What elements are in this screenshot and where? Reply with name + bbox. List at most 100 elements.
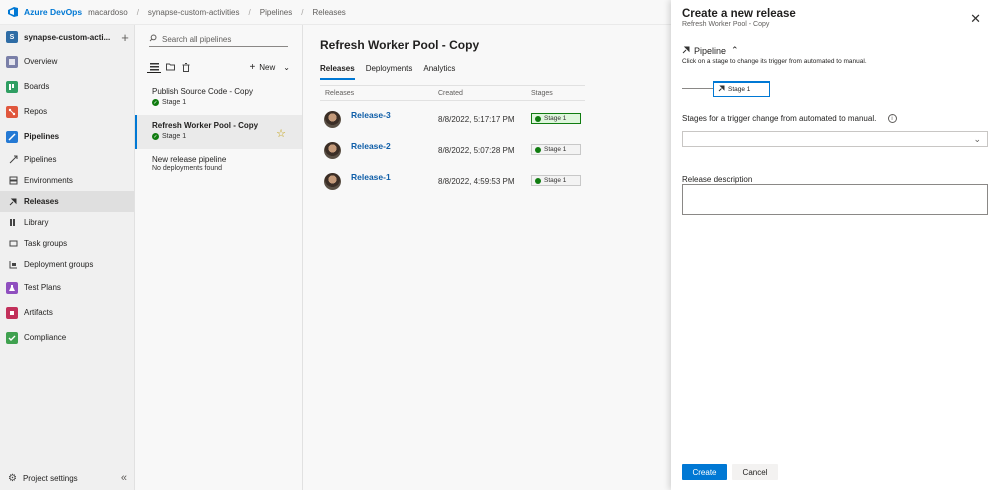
stage-connector bbox=[682, 88, 713, 89]
nav-deployment-groups[interactable]: Deployment groups bbox=[0, 254, 134, 275]
breadcrumb-project[interactable]: synapse-custom-activities bbox=[148, 8, 240, 17]
column-stages: Stages bbox=[531, 90, 553, 97]
environments-icon bbox=[8, 176, 18, 186]
pipeline-item-selected[interactable]: Refresh Worker Pool - Copy ✓ Stage 1 ☆ bbox=[135, 115, 302, 149]
pipelines-pane: Search all pipelines + New ⌄ Publish Sou… bbox=[135, 25, 303, 490]
breadcrumb-org[interactable]: macardoso bbox=[88, 8, 128, 17]
nav-deployment-groups-label: Deployment groups bbox=[24, 260, 94, 269]
manual-stages-label: Stages for a trigger change from automat… bbox=[682, 114, 897, 124]
tab-deployments[interactable]: Deployments bbox=[366, 64, 413, 80]
pipeline-item[interactable]: Publish Source Code - Copy ✓ Stage 1 bbox=[135, 81, 302, 115]
breadcrumb-separator: / bbox=[301, 7, 304, 17]
azure-devops-logo-icon[interactable] bbox=[6, 6, 19, 19]
breadcrumb-releases[interactable]: Releases bbox=[312, 8, 345, 17]
nav-test-plans-label: Test Plans bbox=[24, 283, 61, 292]
nav-repos-label: Repos bbox=[24, 107, 48, 116]
success-icon: ✓ bbox=[152, 99, 159, 106]
deployment-groups-icon bbox=[8, 260, 18, 270]
nav-sub-pipelines[interactable]: Pipelines bbox=[0, 149, 134, 170]
release-link[interactable]: Release-2 bbox=[351, 141, 391, 151]
project-header[interactable]: S synapse-custom-acti... + bbox=[0, 25, 134, 49]
release-link[interactable]: Release-3 bbox=[351, 110, 391, 120]
stage-node[interactable]: Stage 1 bbox=[713, 81, 770, 97]
releases-icon bbox=[8, 197, 18, 207]
release-created: 8/8/2022, 4:59:53 PM bbox=[438, 177, 515, 186]
search-pipelines[interactable]: Search all pipelines bbox=[149, 32, 288, 47]
avatar bbox=[324, 173, 341, 190]
task-groups-icon bbox=[8, 239, 18, 249]
table-row[interactable]: Release-2 8/8/2022, 5:07:28 PM Stage 1 bbox=[320, 135, 585, 166]
pipeline-stage: ✓ Stage 1 bbox=[152, 99, 302, 106]
stage-badge[interactable]: Stage 1 bbox=[531, 175, 581, 186]
nav-artifacts-label: Artifacts bbox=[24, 308, 53, 317]
column-releases: Releases bbox=[325, 90, 355, 97]
pipeline-stage-label: Stage 1 bbox=[162, 99, 187, 106]
project-settings[interactable]: ⚙ Project settings « bbox=[0, 466, 135, 490]
breadcrumb-separator: / bbox=[136, 7, 139, 17]
info-icon[interactable]: i bbox=[887, 114, 897, 124]
nav-task-groups[interactable]: Task groups bbox=[0, 233, 134, 254]
nav-boards-label: Boards bbox=[24, 82, 50, 91]
nav-environments-label: Environments bbox=[24, 176, 73, 185]
search-icon bbox=[149, 34, 157, 44]
stage-badge[interactable]: Stage 1 bbox=[531, 113, 581, 124]
nav-compliance[interactable]: Compliance bbox=[0, 325, 134, 350]
gear-icon: ⚙ bbox=[8, 472, 17, 484]
release-created: 8/8/2022, 5:17:17 PM bbox=[438, 115, 515, 124]
release-description-input[interactable] bbox=[682, 184, 988, 215]
stage-badge-label: Stage 1 bbox=[544, 177, 567, 184]
pipeline-item[interactable]: New release pipeline No deployments foun… bbox=[135, 149, 302, 183]
nav-boards[interactable]: Boards bbox=[0, 74, 134, 99]
favorite-star-icon[interactable]: ☆ bbox=[276, 127, 286, 140]
cancel-button[interactable]: Cancel bbox=[732, 464, 778, 480]
new-pipeline-button[interactable]: + New ⌄ bbox=[249, 62, 290, 73]
nav-overview-label: Overview bbox=[24, 57, 58, 66]
panel-subtitle: Refresh Worker Pool - Copy bbox=[682, 21, 770, 28]
add-icon[interactable]: + bbox=[116, 30, 134, 45]
org-link[interactable]: Azure DevOps bbox=[24, 7, 82, 17]
nav-library-label: Library bbox=[24, 218, 49, 227]
project-name[interactable]: synapse-custom-acti... bbox=[24, 33, 116, 42]
success-icon bbox=[535, 115, 541, 122]
search-input[interactable]: Search all pipelines bbox=[162, 35, 231, 44]
pipeline-section-toggle[interactable]: Pipeline ⌃ bbox=[682, 45, 739, 56]
nav-pipelines-label: Pipelines bbox=[24, 132, 60, 141]
nav-environments[interactable]: Environments bbox=[0, 170, 134, 191]
close-icon[interactable]: ✕ bbox=[970, 11, 981, 27]
manual-stages-dropdown[interactable]: ⌄ bbox=[682, 131, 988, 147]
avatar bbox=[324, 111, 341, 128]
nav-sub-pipelines-label: Pipelines bbox=[24, 155, 57, 164]
artifacts-icon bbox=[6, 306, 18, 319]
library-icon bbox=[8, 218, 18, 228]
nav-overview[interactable]: Overview bbox=[0, 49, 134, 74]
nav-library[interactable]: Library bbox=[0, 212, 134, 233]
table-row[interactable]: Release-1 8/8/2022, 4:59:53 PM Stage 1 bbox=[320, 166, 585, 197]
folder-icon[interactable] bbox=[163, 61, 177, 73]
list-view-icon[interactable] bbox=[147, 61, 161, 73]
nav-releases[interactable]: Releases bbox=[0, 191, 134, 212]
nav-test-plans[interactable]: Test Plans bbox=[0, 275, 134, 300]
chevron-down-icon: ⌄ bbox=[973, 134, 981, 144]
tab-releases[interactable]: Releases bbox=[320, 64, 355, 80]
create-button[interactable]: Create bbox=[682, 464, 727, 480]
compliance-icon bbox=[6, 331, 18, 344]
tab-analytics[interactable]: Analytics bbox=[423, 64, 455, 80]
pipeline-heading: Pipeline bbox=[694, 45, 727, 56]
boards-icon bbox=[6, 80, 18, 93]
panel-title: Create a new release bbox=[682, 8, 796, 20]
stage-badge[interactable]: Stage 1 bbox=[531, 144, 581, 155]
new-label: New bbox=[259, 62, 276, 72]
chevron-up-icon: ⌃ bbox=[731, 45, 739, 55]
nav-repos[interactable]: Repos bbox=[0, 99, 134, 124]
nav-artifacts[interactable]: Artifacts bbox=[0, 300, 134, 325]
breadcrumb-pipelines[interactable]: Pipelines bbox=[260, 8, 292, 17]
release-link[interactable]: Release-1 bbox=[351, 172, 391, 182]
breadcrumb-separator: / bbox=[248, 7, 251, 17]
collapse-nav-icon[interactable]: « bbox=[121, 472, 127, 484]
repos-icon bbox=[6, 105, 18, 118]
avatar bbox=[324, 142, 341, 159]
table-row[interactable]: Release-3 8/8/2022, 5:17:17 PM Stage 1 bbox=[320, 104, 585, 135]
trash-icon[interactable] bbox=[179, 61, 193, 73]
nav-compliance-label: Compliance bbox=[24, 333, 67, 342]
nav-pipelines[interactable]: Pipelines bbox=[0, 124, 134, 149]
